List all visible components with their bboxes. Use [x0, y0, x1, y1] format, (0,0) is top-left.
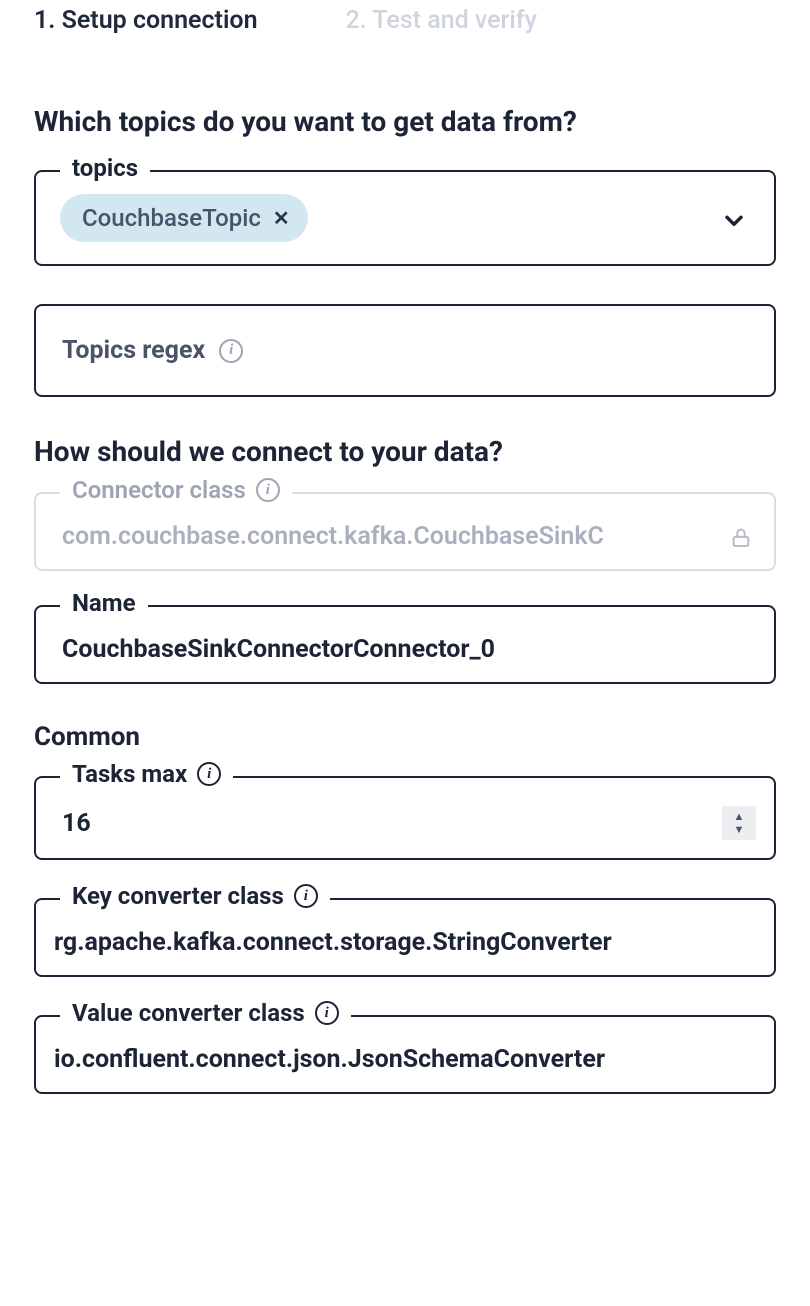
topics-chip-row: CouchbaseTopic ✕	[60, 194, 754, 242]
chevron-down-icon[interactable]	[720, 207, 748, 239]
key-converter-legend-text: Key converter class	[72, 884, 284, 908]
value-converter-field[interactable]: Value converter class i	[34, 1015, 776, 1094]
value-converter-input[interactable]	[54, 1045, 760, 1074]
tasks-max-input[interactable]	[62, 809, 722, 838]
topic-chip: CouchbaseTopic ✕	[60, 194, 308, 242]
connector-config-page: 1. Setup connection 2. Test and verify W…	[0, 0, 810, 1114]
topics-field[interactable]: topics CouchbaseTopic ✕	[34, 170, 776, 266]
key-converter-input[interactable]	[54, 928, 760, 957]
topic-chip-label: CouchbaseTopic	[82, 204, 261, 232]
quantity-stepper[interactable]: ▲ ▼	[722, 806, 756, 840]
lock-icon	[730, 526, 752, 552]
section-connect-heading: How should we connect to your data?	[34, 435, 776, 468]
connector-class-field: Connector class i	[34, 492, 776, 571]
name-input[interactable]	[62, 635, 754, 664]
name-field[interactable]: Name	[34, 605, 776, 684]
key-converter-field[interactable]: Key converter class i	[34, 898, 776, 977]
section-common-heading: Common	[34, 722, 776, 752]
info-icon[interactable]: i	[219, 339, 243, 363]
tasks-max-legend: Tasks max i	[60, 762, 233, 786]
topics-regex-label: Topics regex	[62, 336, 205, 365]
info-icon[interactable]: i	[315, 1001, 339, 1025]
info-icon[interactable]: i	[197, 762, 221, 786]
value-converter-legend-text: Value converter class	[72, 1001, 305, 1025]
connector-class-input	[62, 522, 754, 551]
connector-class-legend-text: Connector class	[72, 478, 246, 502]
topics-regex-field[interactable]: Topics regex i	[34, 304, 776, 397]
stepper-down-icon[interactable]: ▼	[734, 824, 745, 835]
info-icon[interactable]: i	[256, 478, 280, 502]
tasks-max-legend-text: Tasks max	[72, 762, 187, 786]
wizard-steps: 1. Setup connection 2. Test and verify	[34, 0, 776, 35]
value-converter-legend: Value converter class i	[60, 1001, 351, 1025]
step-test-and-verify[interactable]: 2. Test and verify	[346, 6, 537, 35]
stepper-up-icon[interactable]: ▲	[734, 811, 745, 822]
name-legend: Name	[60, 591, 148, 615]
step-setup-connection[interactable]: 1. Setup connection	[34, 6, 258, 35]
tasks-max-field[interactable]: Tasks max i ▲ ▼	[34, 776, 776, 860]
connector-class-legend: Connector class i	[60, 478, 292, 502]
remove-topic-icon[interactable]: ✕	[273, 206, 290, 230]
section-topics-heading: Which topics do you want to get data fro…	[34, 105, 776, 138]
topics-legend: topics	[60, 156, 150, 180]
key-converter-legend: Key converter class i	[60, 884, 330, 908]
info-icon[interactable]: i	[294, 884, 318, 908]
